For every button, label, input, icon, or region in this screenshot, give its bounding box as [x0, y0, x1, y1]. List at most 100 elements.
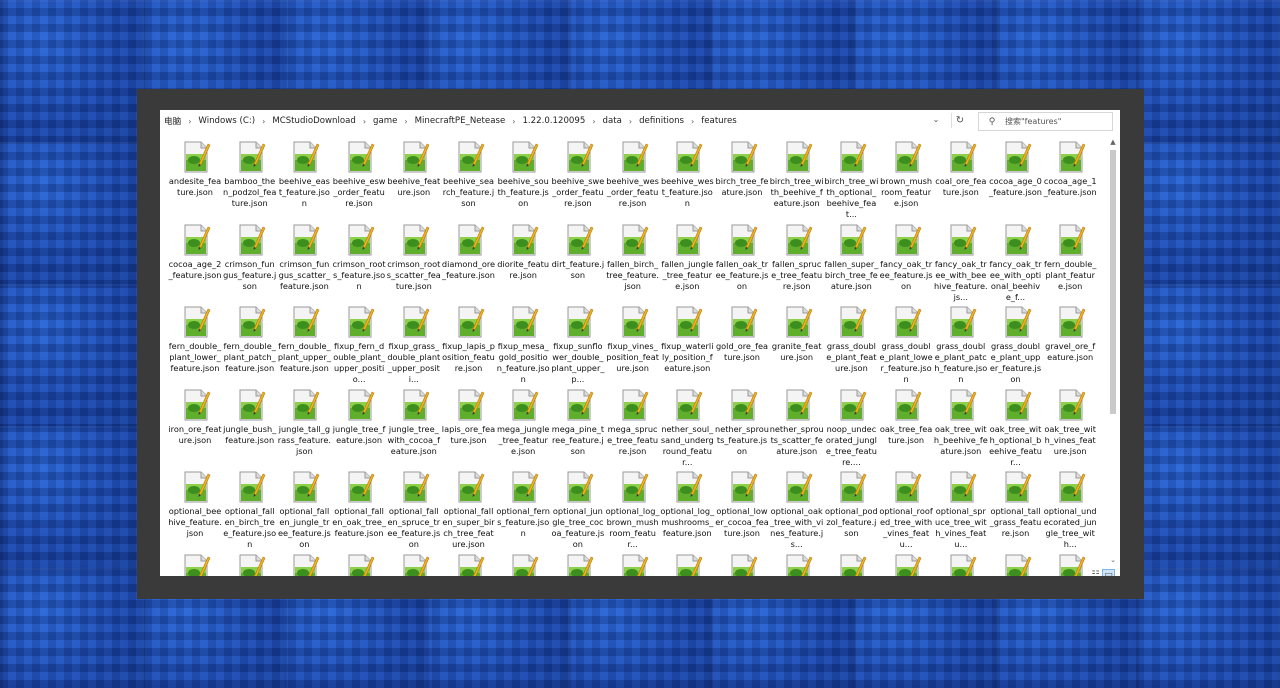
file-item[interactable]: optional_tall_grass_feature.json: [989, 470, 1043, 550]
file-item[interactable]: optional_log_brown_mushroom_featur...: [606, 470, 660, 550]
file-item[interactable]: optional_ferns_feature.json: [496, 470, 550, 550]
file-item-partial[interactable]: [715, 553, 769, 576]
file-item[interactable]: fancy_oak_tree_with_optional_beehive_f..…: [989, 223, 1043, 303]
breadcrumb-item[interactable]: 1.22.0.120095: [519, 116, 588, 126]
file-item[interactable]: jungle_tree_feature.json: [332, 388, 386, 468]
file-item[interactable]: mega_pine_tree_feature.json: [551, 388, 605, 468]
breadcrumb-item[interactable]: Windows (C:): [195, 116, 258, 126]
file-item[interactable]: optional_fallen_super_birch_tree_feature…: [442, 470, 496, 550]
file-item[interactable]: beehive_esw_order_feature.json: [332, 140, 386, 220]
refresh-icon[interactable]: ↻: [951, 113, 968, 128]
file-item[interactable]: crimson_roots_scatter_feature.json: [387, 223, 441, 303]
scrollbar-thumb[interactable]: [1110, 150, 1116, 414]
file-item-partial[interactable]: [551, 553, 605, 576]
file-item[interactable]: fixup_vines_position_feature.json: [606, 305, 660, 385]
file-item[interactable]: birch_tree_feature.json: [715, 140, 769, 220]
breadcrumb-item[interactable]: 电脑: [161, 115, 184, 127]
file-item-partial[interactable]: [606, 553, 660, 576]
file-item[interactable]: optional_undecorated_jungle_tree_with...: [1043, 470, 1097, 550]
file-item[interactable]: beehive_wes_order_feature.json: [606, 140, 660, 220]
file-item[interactable]: crimson_roots_feature.json: [332, 223, 386, 303]
scroll-up-icon[interactable]: ▲: [1107, 136, 1119, 148]
file-item[interactable]: cocoa_age_1_feature.json: [1043, 140, 1097, 220]
file-item[interactable]: bamboo_then_podzol_feature.json: [223, 140, 277, 220]
file-item[interactable]: fern_double_plant_upper_feature.json: [277, 305, 331, 385]
breadcrumb-item[interactable]: MinecraftPE_Netease: [412, 116, 509, 126]
file-item[interactable]: oak_tree_with_vines_feature.json: [1043, 388, 1097, 468]
file-item[interactable]: beehive_south_feature.json: [496, 140, 550, 220]
file-item[interactable]: crimson_fungus_scatter_feature.json: [277, 223, 331, 303]
file-item[interactable]: jungle_bush_feature.json: [223, 388, 277, 468]
file-item[interactable]: fallen_super_birch_tree_feature.json: [824, 223, 878, 303]
file-item[interactable]: gravel_ore_feature.json: [1043, 305, 1097, 385]
file-item[interactable]: optional_roofed_tree_with_vines_featu...: [879, 470, 933, 550]
search-input[interactable]: ⚲ 搜索"features": [978, 112, 1113, 131]
file-item[interactable]: fancy_oak_tree_feature.json: [879, 223, 933, 303]
file-item[interactable]: beehive_west_feature.json: [660, 140, 714, 220]
file-item[interactable]: birch_tree_with_beehive_feature.json: [770, 140, 824, 220]
details-view-icon[interactable]: ☷: [1090, 570, 1101, 576]
file-item[interactable]: cocoa_age_0_feature.json: [989, 140, 1043, 220]
file-item[interactable]: beehive_east_feature.json: [277, 140, 331, 220]
file-item[interactable]: diamond_ore_feature.json: [442, 223, 496, 303]
file-item[interactable]: fancy_oak_tree_with_beehive_feature.js..…: [934, 223, 988, 303]
file-item[interactable]: fallen_spruce_tree_feature.json: [770, 223, 824, 303]
file-item-partial[interactable]: [223, 553, 277, 576]
file-item[interactable]: diorite_feature.json: [496, 223, 550, 303]
file-item[interactable]: andesite_feature.json: [168, 140, 222, 220]
breadcrumb-item[interactable]: definitions: [636, 116, 687, 126]
file-item[interactable]: noop_undecorated_jungle_tree_feature....: [824, 388, 878, 468]
file-item[interactable]: fixup_mesa_gold_position_feature.json: [496, 305, 550, 385]
file-item[interactable]: fixup_lapis_position_feature.json: [442, 305, 496, 385]
file-item[interactable]: optional_fallen_oak_tree_feature.json: [332, 470, 386, 550]
file-item[interactable]: mega_spruce_tree_feature.json: [606, 388, 660, 468]
file-item-partial[interactable]: [824, 553, 878, 576]
file-item[interactable]: fern_double_plant_feature.json: [1043, 223, 1097, 303]
file-item-partial[interactable]: [879, 553, 933, 576]
file-item[interactable]: jungle_tree_with_cocoa_feature.json: [387, 388, 441, 468]
file-item[interactable]: optional_beehive_feature.json: [168, 470, 222, 550]
file-item[interactable]: jungle_tall_grass_feature.json: [277, 388, 331, 468]
file-item[interactable]: mega_jungle_tree_feature.json: [496, 388, 550, 468]
file-item[interactable]: lapis_ore_feature.json: [442, 388, 496, 468]
file-item[interactable]: optional_jungle_tree_cocoa_feature.json: [551, 470, 605, 550]
file-item[interactable]: coal_ore_feature.json: [934, 140, 988, 220]
file-item[interactable]: optional_podzol_feature.json: [824, 470, 878, 550]
file-item[interactable]: fern_double_plant_lower_feature.json: [168, 305, 222, 385]
file-item-partial[interactable]: [332, 553, 386, 576]
file-item[interactable]: optional_spruce_tree_with_vines_featu...: [934, 470, 988, 550]
file-item-partial[interactable]: [168, 553, 222, 576]
file-item[interactable]: nether_sprouts_scatter_feature.json: [770, 388, 824, 468]
file-item[interactable]: optional_fallen_birch_tree_feature.json: [223, 470, 277, 550]
file-item[interactable]: iron_ore_feature.json: [168, 388, 222, 468]
file-item[interactable]: grass_double_plant_upper_feature.json: [989, 305, 1043, 385]
file-item[interactable]: cocoa_age_2_feature.json: [168, 223, 222, 303]
file-item-partial[interactable]: [277, 553, 331, 576]
file-item[interactable]: beehive_search_feature.json: [442, 140, 496, 220]
large-icons-view-icon[interactable]: ▭: [1102, 569, 1115, 576]
file-item-partial[interactable]: [442, 553, 496, 576]
file-item[interactable]: brown_mushroom_feature.json: [879, 140, 933, 220]
file-item-partial[interactable]: [660, 553, 714, 576]
file-item[interactable]: birch_tree_with_optional_beehive_feat...: [824, 140, 878, 220]
file-item-partial[interactable]: [934, 553, 988, 576]
file-item-partial[interactable]: [989, 553, 1043, 576]
file-item[interactable]: optional_lower_cocoa_feature.json: [715, 470, 769, 550]
file-item[interactable]: grass_double_plant_patch_feature.json: [934, 305, 988, 385]
file-item[interactable]: optional_fallen_jungle_tree_feature.json: [277, 470, 331, 550]
file-item[interactable]: optional_fallen_spruce_tree_feature.json: [387, 470, 441, 550]
chevron-down-icon[interactable]: ⌄: [930, 113, 942, 127]
vertical-scrollbar[interactable]: ▲ ⌄: [1107, 136, 1119, 576]
file-item[interactable]: grass_double_plant_lower_feature.json: [879, 305, 933, 385]
breadcrumb-item[interactable]: MCStudioDownload: [269, 116, 359, 126]
file-item[interactable]: nether_sprouts_feature.json: [715, 388, 769, 468]
file-item[interactable]: grass_double_plant_feature.json: [824, 305, 878, 385]
file-item[interactable]: fallen_birch_tree_feature.json: [606, 223, 660, 303]
file-item[interactable]: dirt_feature.json: [551, 223, 605, 303]
file-item[interactable]: fixup_grass_double_plant_upper_positi...: [387, 305, 441, 385]
breadcrumb-item[interactable]: game: [370, 116, 400, 126]
file-item-partial[interactable]: [770, 553, 824, 576]
file-item[interactable]: fixup_fern_double_plant_upper_positio...: [332, 305, 386, 385]
file-item[interactable]: oak_tree_with_optional_beehive_featur...: [989, 388, 1043, 468]
file-item-partial[interactable]: [496, 553, 550, 576]
